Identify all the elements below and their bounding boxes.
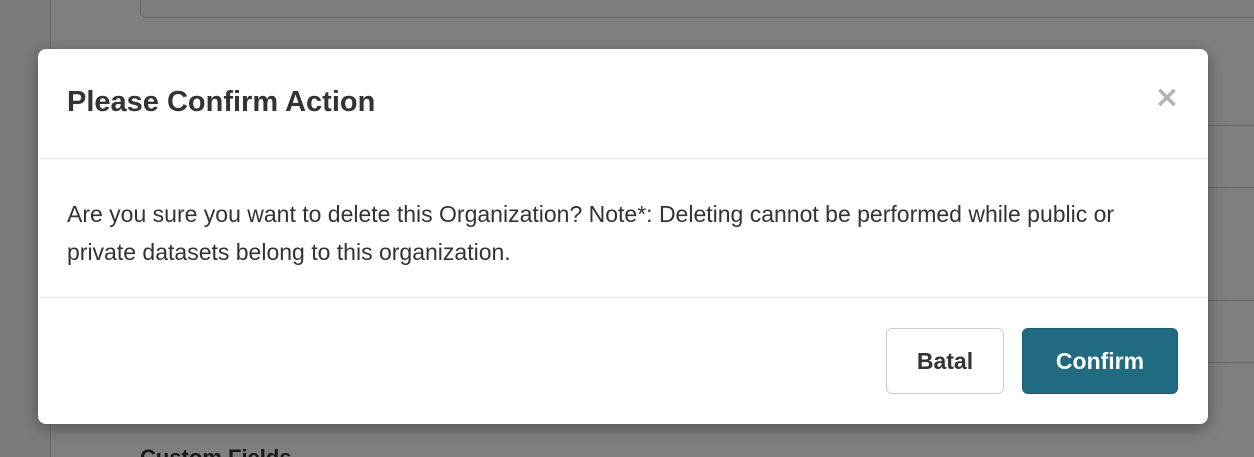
- dialog-body: Are you sure you want to delete this Org…: [38, 159, 1208, 298]
- close-icon[interactable]: ×: [1152, 83, 1182, 113]
- confirm-dialog: Please Confirm Action × Are you sure you…: [38, 49, 1208, 424]
- cancel-button[interactable]: Batal: [886, 328, 1004, 394]
- dialog-footer: Batal Confirm: [38, 298, 1208, 424]
- confirm-button[interactable]: Confirm: [1022, 328, 1178, 394]
- dialog-message: Are you sure you want to delete this Org…: [67, 201, 1115, 265]
- dialog-header: Please Confirm Action ×: [38, 49, 1208, 159]
- dialog-title: Please Confirm Action: [67, 86, 376, 118]
